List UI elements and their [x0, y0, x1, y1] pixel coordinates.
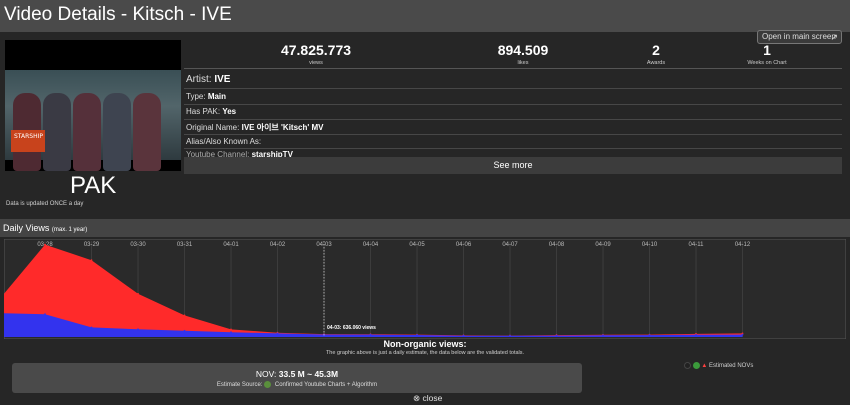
close-icon: ⊗: [413, 393, 421, 403]
chart-tick-label: 04-12: [735, 242, 751, 248]
views-area-point: [183, 329, 186, 332]
views-area-point: [509, 334, 511, 337]
views-area-point: [230, 331, 232, 334]
estimated-nov-area-point: [183, 314, 186, 317]
chart-tick-label: 04-02: [270, 242, 286, 248]
pak-label: PAK: [70, 172, 117, 199]
chart-tick-label: 04-04: [363, 242, 379, 248]
chart-tick-label: 04-11: [689, 242, 705, 248]
legend-label: Estimated NOVs: [708, 363, 754, 370]
views-area-point: [741, 333, 744, 336]
nov-source-value: Confirmed Youtube Charts + Algorithm: [274, 382, 378, 389]
estimated-nov-area-point: [44, 243, 46, 246]
info-alias: Alias/Also Known As:: [186, 137, 262, 146]
toggle-icon: [684, 362, 691, 369]
views-area-point: [648, 334, 651, 336]
page-title: Video Details - Kitsch - IVE: [4, 4, 232, 25]
views-area-point: [462, 334, 465, 337]
chart-tick-label: 04-01: [223, 242, 239, 248]
stat-likes: 894.509 likes: [497, 42, 549, 66]
legend-swatch-icon: [692, 362, 700, 369]
divider: [184, 148, 842, 149]
starship-logo: STARSHIP: [11, 130, 45, 152]
views-area-point: [602, 334, 604, 337]
warning-icon: ▲: [701, 363, 708, 370]
thumbnail-figure: [43, 93, 71, 171]
info-artist: Artist: IVE: [186, 74, 231, 85]
nov-value: 33.5 M ~ 45.3M: [278, 369, 339, 379]
youtube-icon: [264, 381, 272, 388]
expand-icon: ↗: [830, 32, 838, 42]
views-area-point: [695, 333, 697, 336]
daily-views-header: Daily Views (max. 1 year): [0, 219, 850, 237]
chart-tick-label: 03-30: [130, 242, 146, 248]
views-area-point: [555, 334, 558, 337]
chart-tick-label: 04-08: [549, 242, 565, 248]
nov-panel: NOV: 33.5 M ~ 45.3M Estimate Source: Con…: [12, 363, 582, 393]
daily-views-subtitle: (max. 1 year): [51, 227, 88, 233]
divider: [184, 104, 842, 105]
stat-weeks-on-chart: 1 Weeks on Chart: [747, 42, 787, 66]
thumbnail-figure: [133, 93, 161, 171]
chart-tooltip: 04-03: 636.060 views: [327, 325, 376, 331]
chart-tick-label: 04-07: [502, 242, 518, 248]
info-type: Type: Main: [186, 92, 227, 101]
estimated-nov-area-point: [90, 259, 93, 262]
nov-source-label: Estimate Source:: [216, 382, 263, 389]
views-area-point: [276, 332, 279, 335]
non-organic-title: Non-organic views:: [383, 339, 467, 349]
views-area-point: [416, 334, 418, 336]
chart-tick-label: 04-10: [642, 242, 658, 248]
close-button[interactable]: ⊗ close: [413, 393, 442, 404]
divider: [184, 88, 842, 89]
see-more-button[interactable]: See more: [184, 157, 842, 174]
nov-label: NOV:: [255, 369, 277, 379]
daily-views-chart[interactable]: 03-2803-2903-3003-3104-0104-0204-0304-04…: [4, 239, 846, 339]
chart-legend[interactable]: ▲ Estimated NOVs: [684, 362, 753, 369]
views-area-point: [90, 326, 93, 329]
estimated-nov-area-point: [230, 328, 232, 331]
info-has-pak: Has PAK: Yes: [186, 107, 237, 116]
chart-tick-label: 03-29: [84, 242, 100, 248]
title-bar: Video Details - Kitsch - IVE: [0, 0, 850, 32]
daily-views-title: Daily Views: [3, 223, 50, 233]
video-thumbnail[interactable]: STARSHIP: [5, 40, 181, 171]
stat-views: 47.825.773 views: [280, 42, 352, 66]
info-original-name: Original Name: IVE 아이브 'Kitsch' MV: [186, 123, 324, 132]
chart-tick-label: 04-05: [409, 242, 425, 248]
views-area-point: [137, 328, 139, 331]
divider: [184, 134, 842, 135]
non-organic-subtitle: The graphic above is just a daily estima…: [325, 350, 525, 356]
chart-tick-label: 04-06: [456, 242, 472, 248]
divider: [184, 68, 842, 69]
thumbnail-figure: [103, 93, 131, 171]
chart-tick-label: 04-09: [595, 242, 611, 248]
update-note: Data is updated ONCE a day: [6, 201, 84, 207]
estimated-nov-area-point: [137, 292, 139, 295]
stat-awards: 2 Awards: [646, 42, 666, 66]
chart-tick-label: 03-31: [177, 242, 193, 248]
views-area-point: [369, 333, 372, 336]
thumbnail-figure: [73, 93, 101, 171]
views-area-point: [44, 313, 46, 316]
divider: [184, 119, 842, 120]
